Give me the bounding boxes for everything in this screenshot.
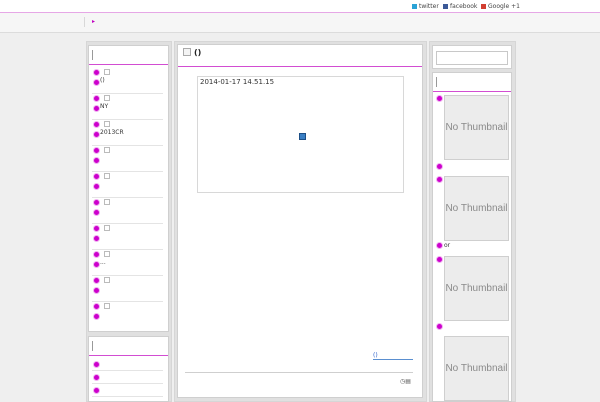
right-widget-title xyxy=(433,73,511,92)
list-item[interactable]: NY xyxy=(92,94,163,120)
post-footer-divider xyxy=(185,372,413,373)
facebook-icon xyxy=(443,4,448,9)
post-footer-icons: ◷▤ xyxy=(400,378,411,385)
search-input[interactable] xyxy=(436,51,508,65)
post-title[interactable]: () xyxy=(194,48,201,57)
bullet-icon xyxy=(93,209,100,216)
category-icon xyxy=(104,251,110,257)
entry-title[interactable]: or xyxy=(444,242,450,249)
facebook-label: facebook xyxy=(450,3,478,10)
read-more-link[interactable]: () xyxy=(373,353,413,360)
list-item[interactable] xyxy=(92,198,163,224)
bullet-icon xyxy=(93,251,100,258)
bullet-icon xyxy=(93,387,100,394)
bullet-icon xyxy=(93,121,100,128)
google-plus-link[interactable]: Google +1 xyxy=(481,3,520,10)
bullet-icon xyxy=(93,69,100,76)
bullet-icon xyxy=(93,235,100,242)
bullet-icon xyxy=(93,313,100,320)
left-widget-1-title xyxy=(89,46,168,65)
bullet-icon xyxy=(436,95,443,102)
list-item-label[interactable]: ... xyxy=(100,259,106,266)
bullet-icon xyxy=(93,374,100,381)
image-box: 2014-01-17 14.51.15 xyxy=(197,76,404,193)
thumbnail[interactable]: No Thumbnail xyxy=(444,95,509,160)
list-item[interactable]: () xyxy=(92,68,163,94)
category-icon xyxy=(104,277,110,283)
list-item-label[interactable]: 2013CR xyxy=(100,129,124,136)
post-title-icon xyxy=(183,48,191,56)
list-item[interactable] xyxy=(92,302,163,327)
list-item[interactable]: ... xyxy=(92,250,163,276)
header-divider xyxy=(84,17,85,27)
twitter-link[interactable]: twitter xyxy=(412,3,439,10)
bullet-icon xyxy=(93,79,100,86)
bullet-icon xyxy=(93,173,100,180)
category-icon xyxy=(104,121,110,127)
list-item[interactable]: 2013CR xyxy=(92,120,163,146)
site-header xyxy=(0,13,600,33)
bullet-icon xyxy=(436,256,443,263)
bullet-icon xyxy=(93,303,100,310)
title-marker xyxy=(92,341,93,351)
thumbnail[interactable]: No Thumbnail xyxy=(444,256,509,321)
left-widget-2-title xyxy=(89,337,168,356)
list-item[interactable] xyxy=(92,224,163,250)
category-icon xyxy=(104,95,110,101)
bullet-icon xyxy=(436,176,443,183)
category-icon xyxy=(104,173,110,179)
bullet-icon xyxy=(93,147,100,154)
title-marker xyxy=(92,50,93,60)
list-item-label[interactable]: () xyxy=(100,77,105,84)
twitter-label: twitter xyxy=(419,3,439,10)
image-caption: 2014-01-17 14.51.15 xyxy=(200,78,275,86)
post-title-underline xyxy=(178,66,422,67)
bullet-icon xyxy=(93,95,100,102)
thumbnail[interactable]: No Thumbnail xyxy=(444,176,509,241)
bullet-icon xyxy=(93,105,100,112)
list-item[interactable] xyxy=(92,276,163,302)
bullet-icon xyxy=(436,163,443,170)
twitter-icon xyxy=(412,4,417,9)
category-icon xyxy=(104,199,110,205)
category-icon xyxy=(104,147,110,153)
facebook-link[interactable]: facebook xyxy=(443,3,477,10)
bullet-icon xyxy=(93,277,100,284)
list-item[interactable] xyxy=(92,358,163,371)
bullet-icon xyxy=(93,225,100,232)
title-marker xyxy=(436,77,437,87)
list-item[interactable] xyxy=(92,172,163,198)
list-item[interactable] xyxy=(92,371,163,384)
google-plus-label: Google +1 xyxy=(488,3,520,10)
folder-icon[interactable]: ▤ xyxy=(405,378,411,385)
thumbnail[interactable]: No Thumbnail xyxy=(444,336,509,401)
category-icon xyxy=(104,225,110,231)
bullet-icon xyxy=(93,183,100,190)
bullet-icon xyxy=(93,287,100,294)
bullet-icon xyxy=(436,242,443,249)
image-icon[interactable] xyxy=(299,133,306,140)
bullet-icon xyxy=(93,199,100,206)
list-item[interactable] xyxy=(92,384,163,397)
bullet-icon xyxy=(93,157,100,164)
google-plus-icon xyxy=(481,4,486,9)
header-arrow-icon[interactable]: ▸ xyxy=(92,18,95,25)
list-item[interactable] xyxy=(92,146,163,172)
bullet-icon xyxy=(436,323,443,330)
bullet-icon xyxy=(93,131,100,138)
list-item-label[interactable]: NY xyxy=(100,103,108,110)
category-icon xyxy=(104,69,110,75)
bullet-icon xyxy=(93,261,100,268)
bullet-icon xyxy=(93,361,100,368)
category-icon xyxy=(104,303,110,309)
